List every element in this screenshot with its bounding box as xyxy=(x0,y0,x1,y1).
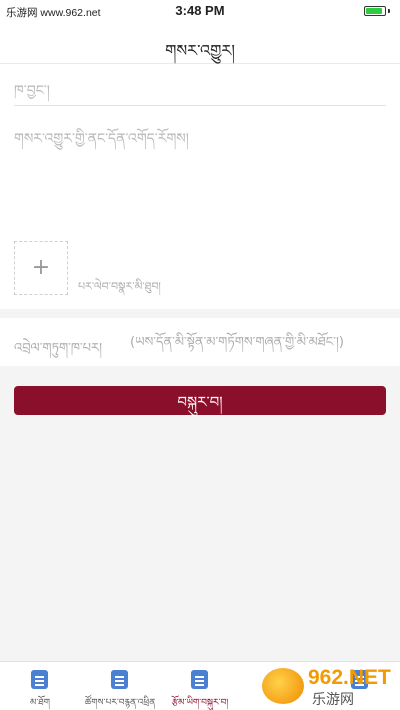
battery-fill xyxy=(366,8,383,14)
tab-video[interactable]: ཚོགས་པར་བརྙན་འཕྲིན xyxy=(80,662,160,710)
watermark-sub: 乐游网 xyxy=(312,692,354,708)
upload-hint: པར་ལེབ་བསྣར་མི་ཐུབ། xyxy=(78,280,161,293)
tab-label: ཚོགས་པར་བརྙན་འཕྲིན xyxy=(84,698,156,708)
image-upload-button[interactable]: + xyxy=(14,241,68,295)
watermark: 962.NET 乐游网 xyxy=(262,666,396,708)
battery-icon xyxy=(364,6,386,16)
title-input[interactable] xyxy=(14,76,386,106)
document-icon xyxy=(191,670,208,689)
nav-bar: གསར་འགྱུར། xyxy=(0,22,400,64)
document-icon xyxy=(111,670,128,689)
plus-icon: + xyxy=(31,255,51,280)
tab-home[interactable]: མ་ཐོག xyxy=(0,662,80,710)
watermark-brand: 962.NET xyxy=(308,666,391,689)
tab-label: རྩོམ་ཡིག་བསྐུར་བ། xyxy=(171,698,229,708)
contact-row: འབྲེལ་གཏུག་ཁ་པར། xyxy=(0,318,400,366)
battery-tip xyxy=(388,9,390,13)
contact-label: འབྲེལ་གཏུག་ཁ་པར། xyxy=(14,341,102,356)
watermark-logo-icon xyxy=(262,668,304,704)
tab-submit-article[interactable]: རྩོམ་ཡིག་བསྐུར་བ། xyxy=(160,662,240,710)
content-input[interactable] xyxy=(14,122,386,232)
status-bar: 乐游网 www.962.net 3:48 PM xyxy=(0,0,400,22)
news-form: + པར་ལེབ་བསྣར་མི་ཐུབ། xyxy=(0,64,400,309)
tab-label: མ་ཐོག xyxy=(30,698,50,708)
document-icon xyxy=(31,670,48,689)
submit-button[interactable]: བསྐུར་བ། xyxy=(14,386,386,415)
contact-input[interactable] xyxy=(130,328,386,356)
status-time: 3:48 PM xyxy=(175,3,225,18)
